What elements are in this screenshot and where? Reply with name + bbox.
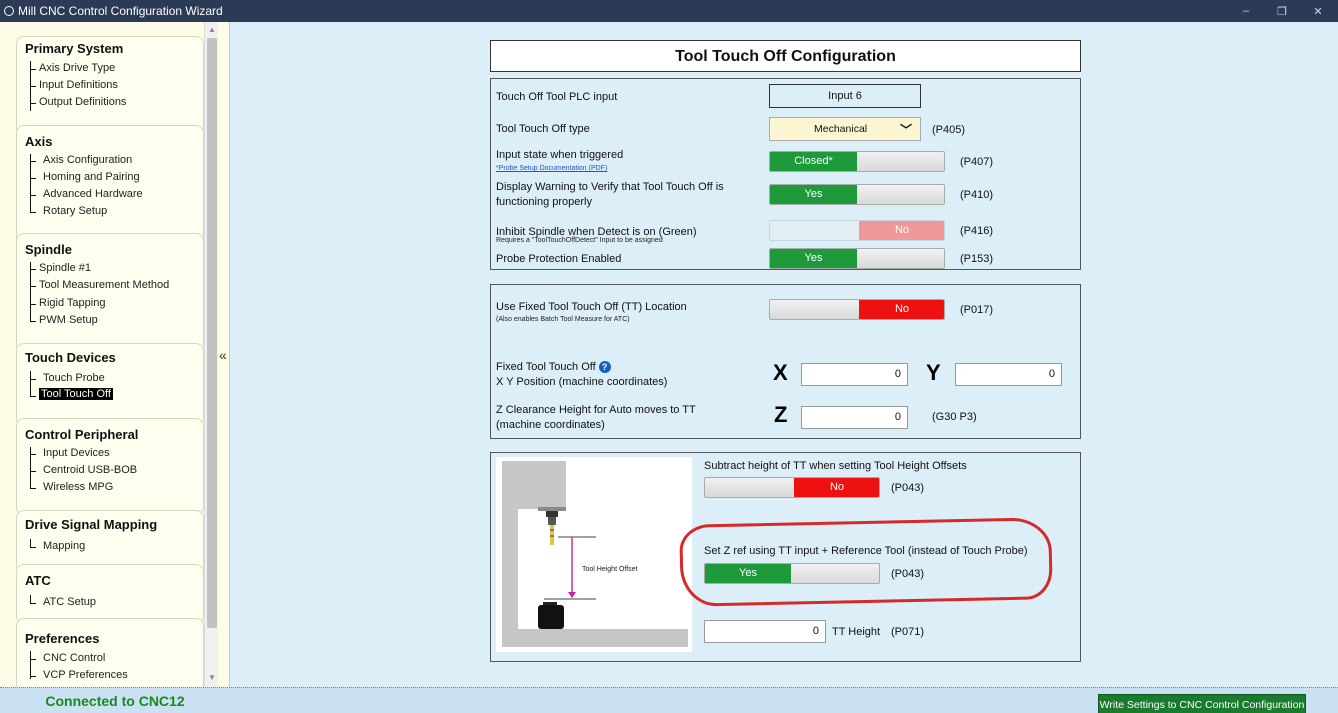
connection-status: Connected to CNC12 <box>0 688 230 713</box>
toggle-on-segment: Closed* <box>770 152 857 171</box>
sidebar-scrollbar[interactable]: ▲ ▼ <box>204 22 218 687</box>
input-state-toggle[interactable]: Closed* <box>769 151 945 172</box>
sidebar-group-axis: Axis Axis Configuration Homing and Pairi… <box>16 125 204 249</box>
g30-p3-code: (G30 P3) <box>932 411 977 423</box>
probe-protection-toggle[interactable]: Yes <box>769 248 945 269</box>
close-button[interactable]: ✕ <box>1300 0 1336 22</box>
group-title: Axis <box>25 134 53 149</box>
p017-code: (P017) <box>960 304 994 316</box>
group-title: Drive Signal Mapping <box>25 517 158 532</box>
p153-code: (P153) <box>960 253 994 265</box>
inhibit-spindle-note: Requires a "ToolTouchOffDetect" Input to… <box>496 237 663 244</box>
sidebar-group-control-peripheral: Control Peripheral Input Devices Centroi… <box>16 418 204 515</box>
display-warning-toggle[interactable]: Yes <box>769 184 945 205</box>
group-title: ATC <box>25 573 51 588</box>
touch-off-type-value: Mechanical <box>814 123 868 135</box>
input-state-label: Input state when triggered <box>496 149 624 161</box>
plc-input-label: Touch Off Tool PLC input <box>496 91 618 103</box>
window-title: Mill CNC Control Configuration Wizard <box>18 4 223 18</box>
sidebar-group-touch-devices: Touch Devices Touch Probe Tool Touch Off <box>16 343 204 427</box>
toggle-off-segment: No <box>859 221 944 240</box>
highlight-annotation <box>679 517 1053 607</box>
tool-height-diagram: Tool Height Offset <box>496 457 692 652</box>
inhibit-spindle-toggle[interactable]: No <box>769 220 945 241</box>
z-clearance-label-line2: (machine coordinates) <box>496 419 605 431</box>
subtract-height-toggle[interactable]: No <box>704 477 880 498</box>
probe-protection-label: Probe Protection Enabled <box>496 253 622 265</box>
help-icon[interactable]: ? <box>598 361 611 373</box>
warning-label-line1: Display Warning to Verify that Tool Touc… <box>496 181 724 193</box>
group-title: Preferences <box>25 631 100 646</box>
y-axis-label: Y <box>926 360 941 385</box>
z-clearance-label-line1: Z Clearance Height for Auto moves to TT <box>496 404 696 416</box>
scroll-up-icon[interactable]: ▲ <box>205 24 219 36</box>
group-title: Primary System <box>25 41 124 56</box>
sidebar-group-atc: ATC ATC Setup <box>16 564 204 624</box>
z-clearance-input[interactable]: 0 <box>801 406 908 429</box>
app-icon <box>4 6 14 16</box>
fixed-tt-note: (Also enables Batch Tool Measure for ATC… <box>496 316 630 323</box>
y-position-input[interactable]: 0 <box>955 363 1062 386</box>
window-titlebar: Mill CNC Control Configuration Wizard – … <box>0 0 1338 22</box>
scroll-down-icon[interactable]: ▼ <box>205 672 219 684</box>
toggle-off-segment: No <box>794 478 879 497</box>
sidebar: Primary System Axis Drive Type Input Def… <box>0 22 230 687</box>
p407-code: (P407) <box>960 156 994 168</box>
chevron-down-icon: ﹀ <box>899 123 912 137</box>
scrollbar-thumb[interactable] <box>207 38 217 628</box>
fixed-tt-toggle[interactable]: No <box>769 299 945 320</box>
tool-height-diagram-graphic <box>500 459 688 649</box>
x-position-input[interactable]: 0 <box>801 363 908 386</box>
tt-height-input[interactable]: 0 <box>704 620 826 643</box>
probe-setup-doc-link[interactable]: *Probe Setup Documentation (PDF) <box>496 165 607 172</box>
group-title: Touch Devices <box>25 350 116 365</box>
sidebar-group-preferences: Preferences CNC Control VCP Preferences <box>16 618 204 687</box>
group-title: Spindle <box>25 242 72 257</box>
tt-height-label: TT Height <box>832 626 881 638</box>
p416-code: (P416) <box>960 225 994 237</box>
minimize-button[interactable]: – <box>1228 0 1264 22</box>
fixed-xy-label-line2: X Y Position (machine coordinates) <box>496 376 668 388</box>
p410-code: (P410) <box>960 189 994 201</box>
group-title: Control Peripheral <box>25 427 139 442</box>
sidebar-group-spindle: Spindle Spindle #1 Tool Measurement Meth… <box>16 233 204 353</box>
toggle-on-segment: Yes <box>770 249 857 268</box>
sidebar-group-primary-system: Primary System Axis Drive Type Input Def… <box>16 36 204 136</box>
p405-code: (P405) <box>932 124 966 136</box>
tool-height-offset-caption: Tool Height Offset <box>582 566 638 573</box>
warning-label-line2: functioning properly <box>496 196 593 208</box>
fixed-tt-label: Use Fixed Tool Touch Off (TT) Location <box>496 301 687 313</box>
toggle-off-segment: No <box>859 300 944 319</box>
subtract-height-label: Subtract height of TT when setting Tool … <box>704 460 967 472</box>
x-axis-label: X <box>773 360 788 385</box>
write-settings-button[interactable]: Write Settings to CNC Control Configurat… <box>1098 694 1306 713</box>
touch-off-type-select[interactable]: Mechanical ﹀ <box>769 117 921 141</box>
p071-code: (P071) <box>891 626 925 638</box>
plc-input-value[interactable]: Input 6 <box>769 84 921 108</box>
collapse-sidebar-button[interactable]: « <box>219 347 227 363</box>
subtract-p043-code: (P043) <box>891 482 925 494</box>
z-axis-label: Z <box>774 402 788 427</box>
fixed-xy-label-line1: Fixed Tool Touch Off? <box>496 361 611 373</box>
touch-off-type-label: Tool Touch Off type <box>496 123 590 135</box>
restore-button[interactable]: ❐ <box>1264 0 1300 22</box>
page-title: Tool Touch Off Configuration <box>490 40 1081 72</box>
toggle-on-segment: Yes <box>770 185 857 204</box>
